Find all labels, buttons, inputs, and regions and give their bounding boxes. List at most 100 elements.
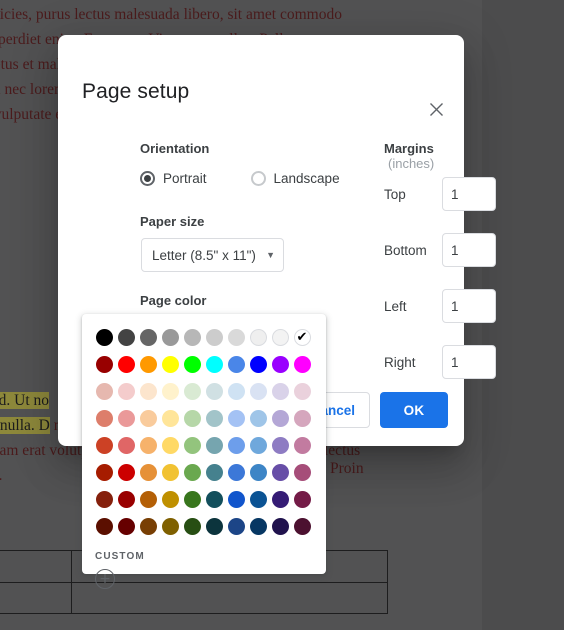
color-swatch-f6b26b[interactable] (137, 434, 159, 456)
color-swatch-6fa8dc[interactable] (247, 434, 269, 456)
color-swatch-00ff00[interactable] (181, 353, 203, 375)
color-swatch-990000[interactable] (115, 488, 137, 510)
color-swatch-45818e[interactable] (203, 461, 225, 483)
color-swatch-9900ff[interactable] (269, 353, 291, 375)
margin-right-input[interactable] (442, 345, 496, 379)
color-swatch-4a86e8[interactable] (225, 353, 247, 375)
color-swatch-d9d9d9[interactable] (225, 326, 247, 348)
color-swatch-ff0000[interactable] (115, 353, 137, 375)
color-swatch-efefef[interactable] (247, 326, 269, 348)
color-swatch-674ea7[interactable] (269, 461, 291, 483)
color-swatch-dd7e6b[interactable] (93, 407, 115, 429)
swatch-fill (139, 490, 157, 508)
color-swatch-e06666[interactable] (115, 434, 137, 456)
color-swatch-85200c[interactable] (93, 488, 115, 510)
color-swatch-bf9000[interactable] (159, 488, 181, 510)
color-swatch-434343[interactable] (115, 326, 137, 348)
color-swatch-00ffff[interactable] (203, 353, 225, 375)
color-swatch-b4a7d6[interactable] (269, 407, 291, 429)
color-swatch-7f6000[interactable] (159, 515, 181, 537)
color-swatch-ea9999[interactable] (115, 407, 137, 429)
color-swatch-3c78d8[interactable] (225, 461, 247, 483)
color-swatch-8e7cc3[interactable] (269, 434, 291, 456)
color-swatch-a61c00[interactable] (93, 461, 115, 483)
color-swatch-b45f06[interactable] (137, 488, 159, 510)
color-swatch-d9e2f3[interactable] (247, 380, 269, 402)
color-swatch-0b5394[interactable] (247, 488, 269, 510)
swatch-fill (161, 517, 179, 535)
plus-circle-icon[interactable]: + (95, 569, 115, 589)
color-swatch-fce5cd[interactable] (137, 380, 159, 402)
color-swatch-1c4587[interactable] (225, 515, 247, 537)
color-swatch-d9d2e9[interactable] (269, 380, 291, 402)
color-swatch-999999[interactable] (159, 326, 181, 348)
color-swatch-a64d79[interactable] (291, 461, 313, 483)
margin-bottom-input[interactable] (442, 233, 496, 267)
color-swatch-d0e0e3[interactable] (203, 380, 225, 402)
color-swatch-e6b8af[interactable] (93, 380, 115, 402)
color-swatch-ead1dc[interactable] (291, 380, 313, 402)
color-swatch-cc0000[interactable] (115, 461, 137, 483)
color-swatch-b6d7a8[interactable] (181, 407, 203, 429)
swatch-fill (271, 355, 289, 373)
color-swatch-b7b7b7[interactable] (181, 326, 203, 348)
color-swatch-0000ff[interactable] (247, 353, 269, 375)
color-swatch-980000[interactable] (93, 353, 115, 375)
color-swatch-76a5af[interactable] (203, 434, 225, 456)
swatch-fill (117, 436, 135, 454)
color-swatch-6d9eeb[interactable] (225, 434, 247, 456)
color-swatch-f4cccc[interactable] (115, 380, 137, 402)
swatch-fill (183, 355, 201, 373)
color-swatch-ff9900[interactable] (137, 353, 159, 375)
radio-portrait[interactable]: Portrait (140, 171, 207, 186)
swatch-fill (249, 463, 267, 481)
color-swatch-0c343d[interactable] (203, 515, 225, 537)
color-swatch-6aa84f[interactable] (181, 461, 203, 483)
color-swatch-f1c232[interactable] (159, 461, 181, 483)
color-swatch-741b47[interactable] (291, 488, 313, 510)
chevron-down-icon: ▼ (266, 250, 275, 260)
color-swatch-000000[interactable] (93, 326, 115, 348)
radio-landscape-label: Landscape (273, 171, 340, 186)
color-swatch-ffffff[interactable]: ✔ (291, 326, 313, 348)
color-swatch-9fc5e8[interactable] (247, 407, 269, 429)
swatch-fill (161, 328, 179, 346)
color-swatch-274e13[interactable] (181, 515, 203, 537)
color-swatch-666666[interactable] (137, 326, 159, 348)
color-swatch-c27ba0[interactable] (291, 434, 313, 456)
color-swatch-cfe2f3[interactable] (225, 380, 247, 402)
swatch-fill (227, 517, 245, 535)
color-swatch-cccccc[interactable] (203, 326, 225, 348)
color-swatch-351c75[interactable] (269, 488, 291, 510)
color-swatch-783f04[interactable] (137, 515, 159, 537)
color-swatch-ffd966[interactable] (159, 434, 181, 456)
color-swatch-073763[interactable] (247, 515, 269, 537)
color-swatch-e69138[interactable] (137, 461, 159, 483)
color-swatch-a4c2f4[interactable] (225, 407, 247, 429)
color-swatch-a2c4c9[interactable] (203, 407, 225, 429)
color-swatch-38761d[interactable] (181, 488, 203, 510)
color-swatch-fff2cc[interactable] (159, 380, 181, 402)
color-swatch-134f5c[interactable] (203, 488, 225, 510)
color-swatch-ffe599[interactable] (159, 407, 181, 429)
color-swatch-cc4125[interactable] (93, 434, 115, 456)
color-swatch-d9ead3[interactable] (181, 380, 203, 402)
ok-button[interactable]: OK (380, 392, 448, 428)
margin-left-input[interactable] (442, 289, 496, 323)
color-swatch-1155cc[interactable] (225, 488, 247, 510)
margin-top-input[interactable] (442, 177, 496, 211)
color-swatch-ffff00[interactable] (159, 353, 181, 375)
color-swatch-4c1130[interactable] (291, 515, 313, 537)
color-swatch-3d85c6[interactable] (247, 461, 269, 483)
color-swatch-5b0f00[interactable] (93, 515, 115, 537)
radio-landscape[interactable]: Landscape (250, 171, 340, 186)
color-swatch-f9cb9c[interactable] (137, 407, 159, 429)
color-swatch-d5a6bd[interactable] (291, 407, 313, 429)
paper-size-select[interactable]: Letter (8.5" x 11") ▼ (141, 238, 284, 272)
color-swatch-ff00ff[interactable] (291, 353, 313, 375)
color-swatch-f3f3f3[interactable] (269, 326, 291, 348)
color-swatch-20124d[interactable] (269, 515, 291, 537)
color-swatch-660000[interactable] (115, 515, 137, 537)
close-button[interactable] (422, 95, 450, 123)
color-swatch-93c47d[interactable] (181, 434, 203, 456)
